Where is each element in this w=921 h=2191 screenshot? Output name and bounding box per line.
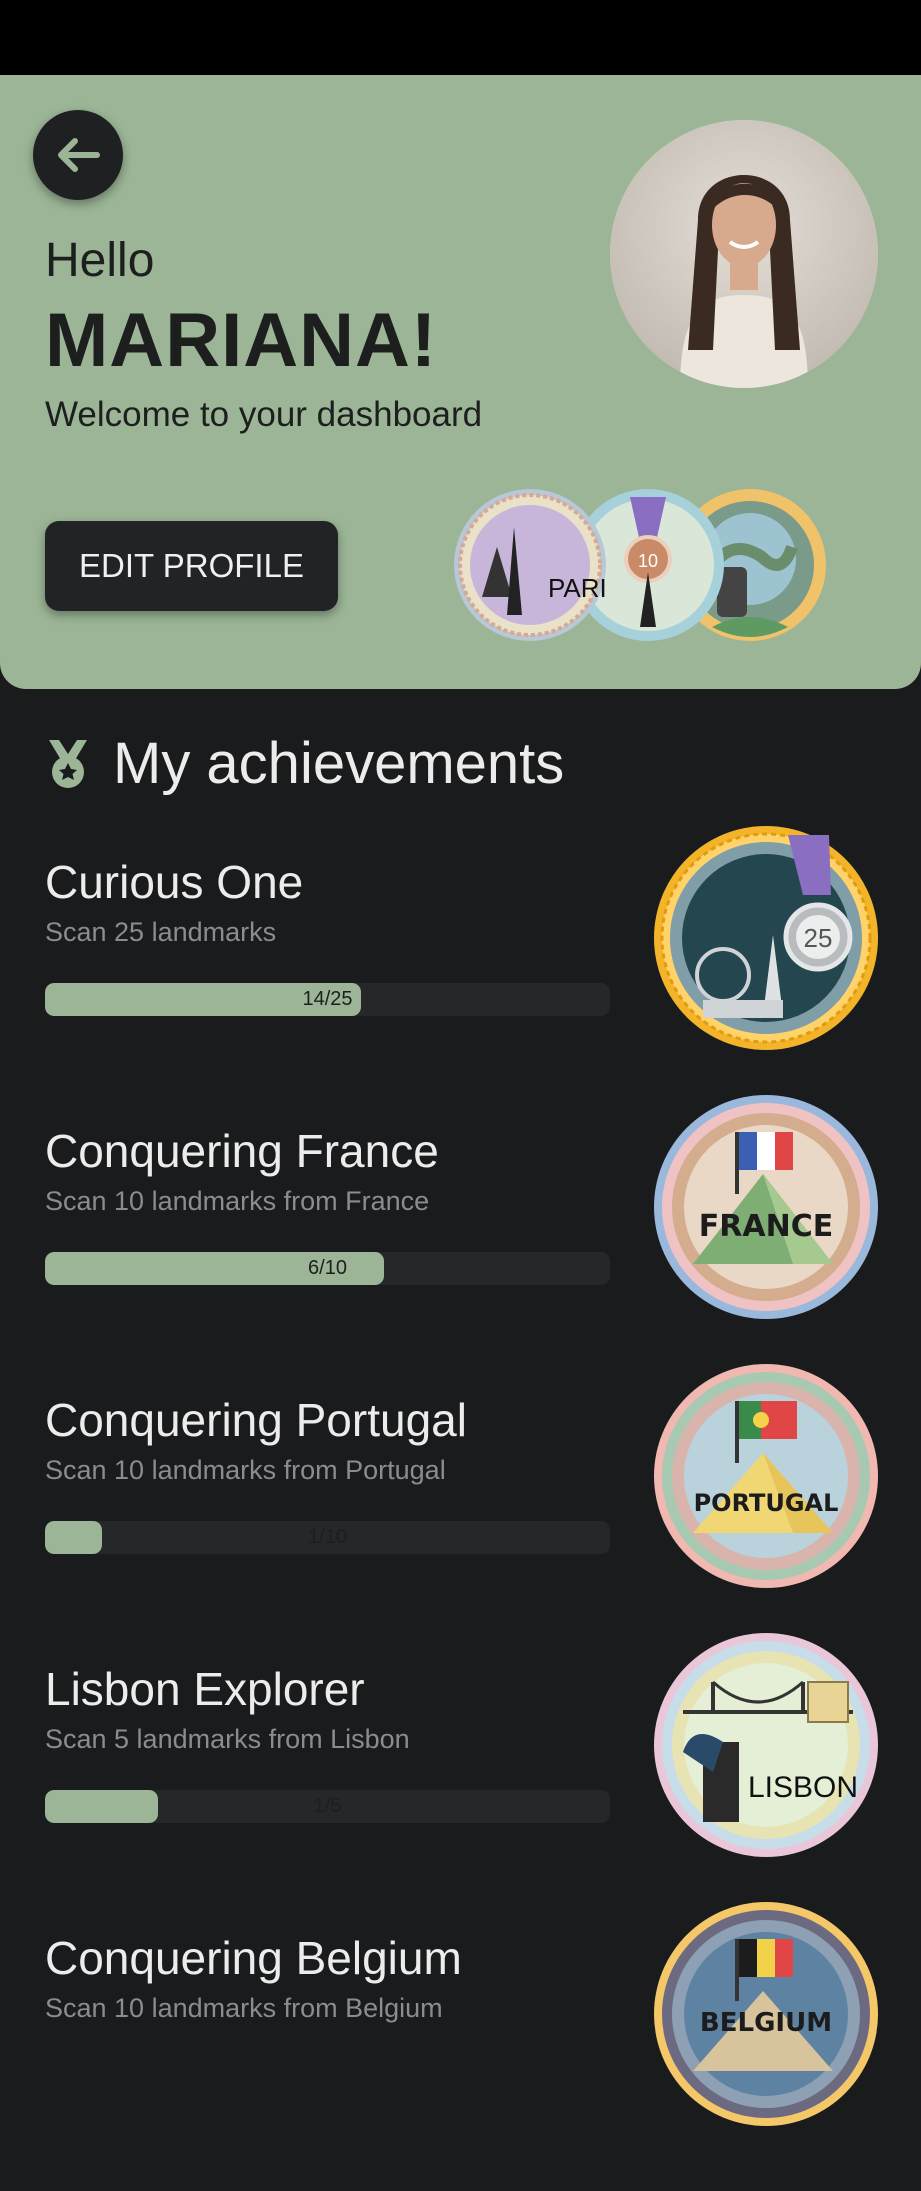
badge-label: BELGIUM [700, 2008, 832, 2038]
achievement-description: Scan 10 landmarks from France [45, 1186, 430, 1216]
progress-label: 1/10 [308, 1526, 347, 1548]
medal-icon [49, 739, 87, 788]
achievement-item[interactable]: Conquering France Scan 10 landmarks from… [0, 1095, 921, 1384]
achievement-name: Conquering France [45, 1125, 439, 1177]
profile-header: Hello MARIANA! Welcome to your dashboard… [0, 75, 921, 689]
progress-label: 14/25 [302, 988, 353, 1010]
arrow-left-icon [58, 138, 100, 172]
achievement-progress-bar: 1/10 [45, 1521, 610, 1554]
badge-number: 25 [804, 923, 833, 953]
achievement-description: Scan 10 landmarks from Portugal [45, 1455, 446, 1485]
avatar-photo [610, 120, 878, 388]
portugal-badge-icon[interactable]: PORTUGAL [653, 1363, 879, 1589]
welcome-text: Welcome to your dashboard [45, 395, 483, 434]
achievements-title: My achievements [113, 731, 565, 796]
edit-profile-button[interactable]: EDIT PROFILE [45, 521, 338, 611]
paris-badge-label: PARIS [548, 573, 608, 603]
badge-label: FRANCE [699, 1209, 833, 1244]
greeting-text: Hello [45, 234, 155, 287]
france-badge-icon[interactable]: FRANCE [653, 1094, 879, 1320]
achievement-name: Lisbon Explorer [45, 1663, 365, 1715]
achievement-description: Scan 25 landmarks [45, 917, 277, 947]
achievement-item[interactable]: Lisbon Explorer Scan 5 landmarks from Li… [0, 1633, 921, 1922]
status-bar [0, 0, 921, 75]
achievement-description: Scan 10 landmarks from Belgium [45, 1993, 443, 2023]
achievements-header: My achievements [45, 730, 564, 797]
achievement-name: Conquering Portugal [45, 1394, 467, 1446]
badge-label: LISBON [748, 1771, 858, 1804]
achievement-name: Curious One [45, 856, 304, 908]
achievement-item[interactable]: Conquering Portugal Scan 10 landmarks fr… [0, 1364, 921, 1653]
progress-label: 1/5 [313, 1795, 342, 1817]
achievement-name: Conquering Belgium [45, 1932, 462, 1984]
achievement-progress-bar: 1/5 [45, 1790, 610, 1823]
back-button[interactable] [33, 110, 123, 200]
user-name: MARIANA! [45, 298, 438, 383]
progress-label: 6/10 [308, 1257, 347, 1279]
medal-badge-label: 10 [638, 551, 658, 571]
achievement-item[interactable]: Curious One Scan 25 landmarks 14/25 25 [0, 826, 921, 1115]
lisbon-badge-icon[interactable]: LISBON [653, 1632, 879, 1858]
belgium-badge-icon[interactable]: BELGIUM [653, 1901, 879, 2127]
achievement-progress-bar: 6/10 [45, 1252, 610, 1285]
achievement-description: Scan 5 landmarks from Lisbon [45, 1724, 410, 1754]
avatar[interactable] [610, 120, 878, 388]
achievement-item[interactable]: Conquering Belgium Scan 10 landmarks fro… [0, 1902, 921, 2191]
paris-badge-icon[interactable]: PARIS [452, 487, 624, 643]
achievement-progress-bar: 14/25 [45, 983, 610, 1016]
curious-one-badge-icon[interactable]: 25 [653, 825, 879, 1051]
badge-label: PORTUGAL [694, 1489, 839, 1517]
